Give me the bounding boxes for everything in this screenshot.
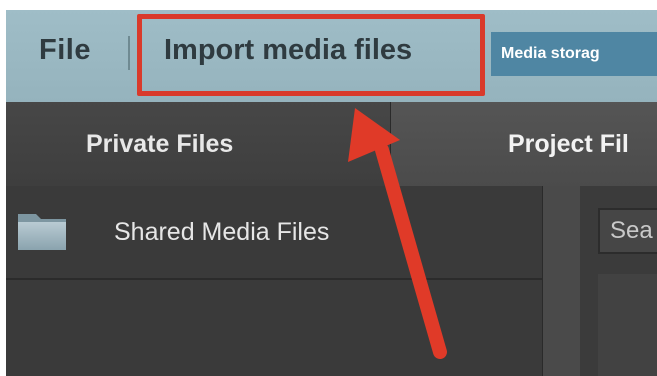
tab-project-files[interactable]: Project Fil xyxy=(390,102,657,186)
folder-icon xyxy=(18,214,66,250)
app-window: File Import media files Media storag Pri… xyxy=(0,0,657,376)
highlight-box xyxy=(137,14,485,96)
pane-splitter[interactable] xyxy=(542,186,581,376)
folder-label: Shared Media Files xyxy=(114,218,330,246)
media-storage-button[interactable]: Media storag xyxy=(491,32,657,76)
folder-item-shared-media-files[interactable]: Shared Media Files xyxy=(6,186,542,280)
tab-private-files[interactable]: Private Files xyxy=(6,102,390,186)
folder-panel: Shared Media Files xyxy=(6,186,542,376)
file-list xyxy=(598,274,657,376)
file-menu[interactable]: File xyxy=(39,34,91,67)
tab-label: Project Fil xyxy=(508,130,629,158)
tab-bar: Private Files Project Fil xyxy=(6,102,657,186)
tab-label: Private Files xyxy=(86,130,234,158)
menu-divider xyxy=(128,36,130,70)
search-input[interactable]: Sea xyxy=(598,208,657,254)
file-list-panel: Sea xyxy=(580,186,657,376)
